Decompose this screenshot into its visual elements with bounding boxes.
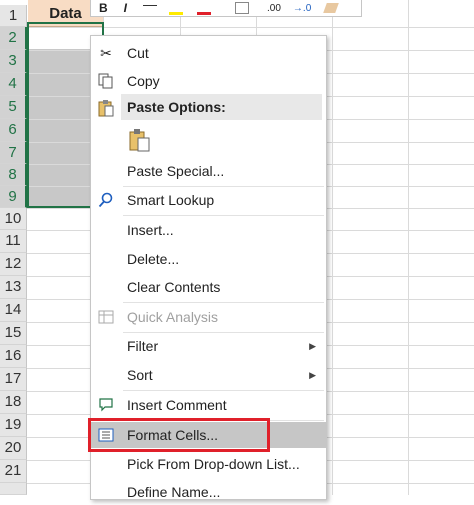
menu-item-label: Paste Special... [127,163,225,179]
scissors-icon: ✂ [100,45,112,61]
row-header[interactable]: 8 [0,164,27,186]
fill-color-icon[interactable] [169,2,184,15]
paste-icon[interactable] [129,128,151,152]
menu-item-label: Cut [127,45,149,61]
row-header[interactable]: 13 [0,276,27,299]
row-header[interactable]: 20 [0,437,27,460]
menu-item-paste-special[interactable]: Paste Special... [91,158,326,184]
submenu-arrow-icon: ▶ [309,341,316,351]
menu-item-delete[interactable]: Delete... [91,246,326,272]
format-painter-icon[interactable] [323,3,340,13]
font-color-icon[interactable] [197,2,212,15]
menu-separator [123,302,324,303]
menu-item-pick-from-dropdown[interactable]: Pick From Drop-down List... [91,451,326,477]
italic-button[interactable]: I [124,1,127,15]
row-header[interactable]: 15 [0,322,27,345]
bold-button[interactable]: B [99,1,108,15]
copy-icon [97,73,115,89]
menu-item-label: Quick Analysis [127,309,219,325]
row-header[interactable]: 21 [0,460,27,483]
menu-separator [123,215,324,216]
submenu-arrow-icon: ▶ [309,370,316,380]
row-header[interactable]: 4 [0,73,27,96]
row-header[interactable]: 6 [0,119,27,142]
row-header[interactable]: 5 [0,96,27,119]
decrease-decimal-button[interactable]: →.0 [293,3,311,14]
menu-item-label: Clear Contents [127,279,221,295]
row-header[interactable]: 9 [0,186,27,208]
highlight-box [88,418,270,452]
increase-decimal-button[interactable]: .00 [267,3,281,14]
row-header[interactable]: 17 [0,368,27,391]
menu-item-define-name[interactable]: Define Name... [91,479,326,505]
column-divider [332,0,333,495]
menu-item-label: Filter [127,338,159,354]
menu-item-label: Define Name... [127,484,221,500]
quick-analysis-icon [97,309,115,325]
mini-toolbar: B I .00 →.0 [90,0,362,17]
menu-item-label: Copy [127,73,160,89]
column-divider [408,0,409,495]
row-header[interactable]: 2 [0,27,27,50]
menu-item-label: Pick From Drop-down List... [127,456,300,472]
menu-item-cut[interactable]: ✂ Cut [91,40,326,66]
row-header[interactable]: 7 [0,142,27,164]
comment-icon [97,397,115,413]
row-header[interactable]: 10 [0,208,27,230]
menu-item-label: Smart Lookup [127,192,215,208]
menu-item-label: Insert Comment [127,397,227,413]
search-icon [97,192,115,208]
align-center-icon[interactable] [143,4,158,12]
menu-item-copy[interactable]: Copy [91,68,326,94]
menu-item-label: Sort [127,367,153,383]
menu-item-filter[interactable]: Filter ▶ [91,333,326,359]
row-header[interactable]: 12 [0,253,27,276]
menu-item-smart-lookup[interactable]: Smart Lookup [91,187,326,213]
row-header[interactable]: 19 [0,414,27,437]
row-header[interactable]: 3 [0,50,27,73]
menu-item-insert[interactable]: Insert... [91,217,326,243]
menu-item-quick-analysis: Quick Analysis [91,304,326,330]
row-header[interactable]: 16 [0,345,27,368]
menu-item-label: Delete... [127,251,180,267]
menu-item-label: Insert... [127,222,174,238]
row-header[interactable]: 11 [0,230,27,253]
borders-icon[interactable] [235,2,250,14]
menu-item-insert-comment[interactable]: Insert Comment [91,392,326,418]
menu-item-sort[interactable]: Sort ▶ [91,362,326,388]
menu-item-clear-contents[interactable]: Clear Contents [91,274,326,300]
row-header[interactable]: 1 [0,5,27,27]
menu-separator [123,390,324,391]
row-header[interactable]: 18 [0,391,27,414]
paste-options-header: Paste Options: [121,94,322,120]
row-header[interactable] [0,483,27,495]
clipboard-icon [97,99,115,117]
row-header[interactable]: 14 [0,299,27,322]
